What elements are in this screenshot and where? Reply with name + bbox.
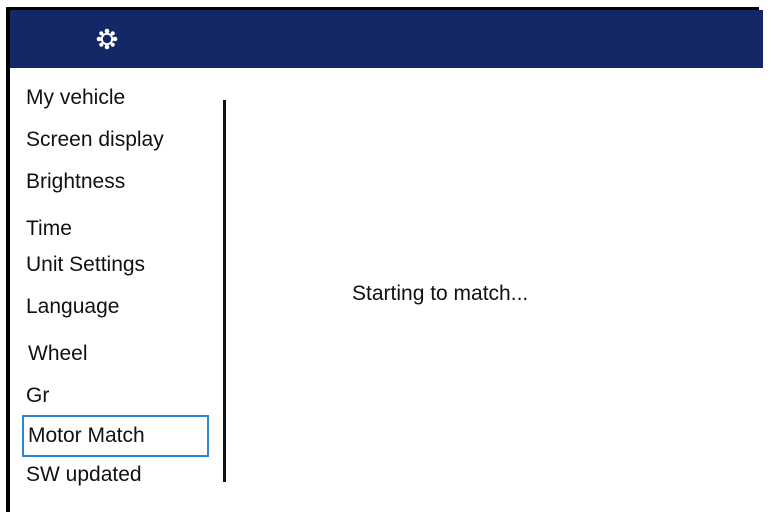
menu-item-brightness[interactable]: Brightness: [26, 168, 125, 196]
settings-panel: My vehicle Screen display Brightness Tim…: [10, 10, 763, 515]
menu-item-time[interactable]: Time: [26, 215, 72, 243]
menu-item-gr[interactable]: Gr: [26, 382, 49, 410]
menu-item-language[interactable]: Language: [26, 293, 119, 321]
match-status-text: Starting to match...: [352, 282, 529, 305]
menu-item-unit-settings[interactable]: Unit Settings: [26, 251, 145, 279]
menu-divider: [223, 100, 226, 482]
menu-item-wheel[interactable]: Wheel: [28, 340, 88, 368]
menu-item-motor-match[interactable]: Motor Match: [22, 415, 209, 457]
gear-icon[interactable]: [96, 28, 118, 50]
settings-menu: My vehicle Screen display Brightness Tim…: [10, 68, 225, 515]
header-bar: [10, 10, 763, 68]
menu-item-sw-updated[interactable]: SW updated: [26, 461, 142, 489]
menu-item-my-vehicle[interactable]: My vehicle: [26, 84, 125, 112]
menu-item-screen-display[interactable]: Screen display: [26, 126, 164, 154]
